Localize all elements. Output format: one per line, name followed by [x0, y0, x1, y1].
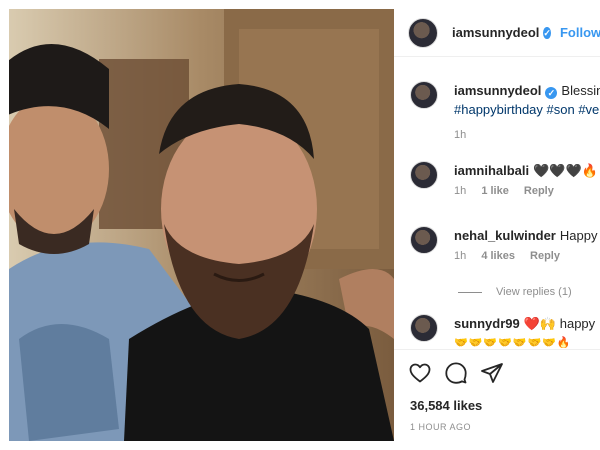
comment-avatar[interactable]	[410, 314, 438, 342]
photo-illustration	[9, 9, 394, 441]
comment-meta: 1h 1 like Reply	[454, 185, 566, 197]
comment-avatar[interactable]	[410, 226, 438, 254]
comment-text: 🖤🖤🖤🔥🔥	[533, 163, 600, 178]
comment-meta: 1h 4 likes Reply	[454, 250, 572, 262]
view-replies-label: View replies (1)	[496, 286, 572, 298]
comment-username[interactable]: iamnihalbali	[454, 163, 529, 178]
caption-hashtags[interactable]: #happybirthday #son #ve	[454, 102, 600, 117]
verified-badge-icon: ✓	[543, 26, 551, 39]
comments-list[interactable]: iamsunnydeol ✓Blessings #happybirthday #s…	[394, 58, 600, 348]
caption-text: Blessings	[561, 83, 600, 98]
comment-time: 1h	[454, 185, 467, 197]
comment-icon[interactable]	[444, 361, 468, 385]
verified-badge-icon: ✓	[545, 87, 558, 99]
post-actions: 36,584 likes 1 HOUR AGO	[394, 349, 600, 441]
post-photo[interactable]	[9, 9, 394, 441]
share-icon[interactable]	[480, 361, 504, 385]
reply-button[interactable]: Reply	[524, 185, 554, 197]
caption-meta: 1h	[454, 129, 478, 141]
view-replies-button[interactable]: View replies (1)	[458, 286, 572, 298]
action-icons	[408, 361, 504, 385]
comment-likes[interactable]: 1 like	[481, 185, 509, 197]
caption-username[interactable]: iamsunnydeol	[454, 83, 541, 98]
caption-avatar[interactable]	[410, 81, 438, 109]
comment-text: Happy	[559, 228, 598, 243]
comment-likes[interactable]: 4 likes	[481, 250, 515, 262]
post-timestamp: 1 HOUR AGO	[410, 422, 472, 432]
reply-button[interactable]: Reply	[530, 250, 560, 262]
comment-text: ❤️🙌 happy	[523, 316, 596, 331]
follow-button[interactable]: Follow	[560, 25, 600, 40]
comment-avatar[interactable]	[410, 161, 438, 189]
comment-username[interactable]: sunnydr99	[454, 316, 520, 331]
comment-emoji-line: 🤝🤝🤝🤝🤝🤝🤝🔥	[454, 337, 572, 348]
caption-time: 1h	[454, 129, 467, 141]
author-avatar[interactable]	[408, 17, 438, 48]
view-replies-line	[458, 291, 482, 293]
post-header: iamsunnydeol ✓ Follow	[394, 9, 600, 57]
heart-icon[interactable]	[408, 361, 432, 385]
author-username[interactable]: iamsunnydeol	[452, 25, 539, 40]
comment-time: 1h	[454, 250, 467, 262]
likes-count[interactable]: 36,584 likes	[410, 398, 482, 413]
post-side-panel: iamsunnydeol ✓ Follow iamsunnydeol ✓ Bless…	[394, 9, 600, 441]
comment-username[interactable]: nehal_kulwinder	[454, 228, 556, 243]
